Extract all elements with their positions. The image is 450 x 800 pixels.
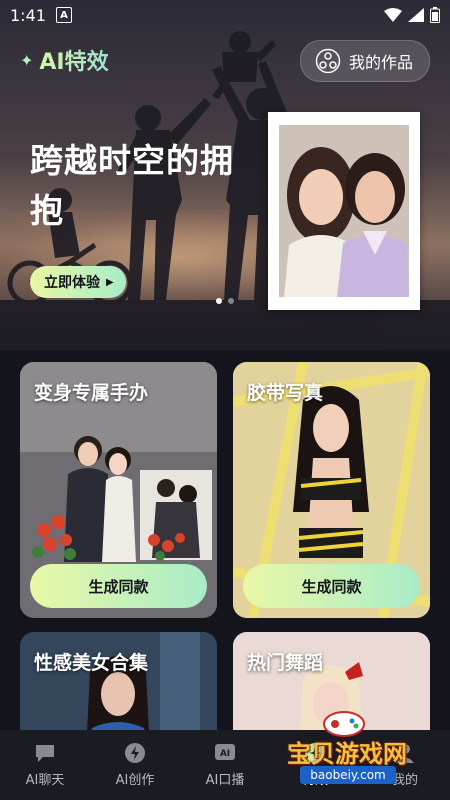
card-title: 性感美女合集 — [34, 652, 149, 674]
carousel-dot[interactable] — [228, 298, 234, 304]
two-women-portrait — [279, 125, 409, 297]
tab-label: AI口播 — [205, 773, 245, 788]
effect-card[interactable]: 变身专属手办 生成同款 — [20, 362, 217, 618]
generate-same-button[interactable]: 生成同款 — [243, 564, 420, 608]
try-now-button[interactable]: 立即体验 ▶ — [30, 266, 126, 298]
banner-photo-frame — [268, 112, 420, 310]
tab-ai-chat[interactable]: AI聊天 — [0, 742, 90, 788]
status-bar: 1:41 A — [0, 0, 450, 30]
tab-label: AI创作 — [115, 773, 155, 788]
card-title: 热门舞蹈 — [247, 652, 324, 674]
battery-icon — [430, 7, 440, 23]
ai-box-icon: AI — [215, 744, 235, 760]
chat-bubble-icon — [36, 745, 54, 762]
wifi-icon — [384, 8, 402, 22]
watermark-title: 宝贝游戏网 — [287, 740, 407, 768]
works-icon — [315, 48, 341, 74]
tab-ai-create[interactable]: AI创作 — [90, 742, 180, 788]
my-works-button[interactable]: 我的作品 — [299, 40, 430, 82]
status-time: 1:41 — [10, 5, 46, 25]
card-title: 胶带写真 — [247, 382, 324, 404]
sparkle-icon: ✦ — [20, 50, 34, 70]
try-now-label: 立即体验 — [44, 275, 100, 291]
my-works-label: 我的作品 — [348, 53, 413, 72]
carousel-dot[interactable] — [216, 298, 222, 304]
lightning-icon — [125, 743, 145, 763]
tab-ai-broadcast[interactable]: AI AI口播 — [180, 742, 270, 788]
brand-title: AI特效 — [39, 44, 108, 76]
banner-photo — [279, 125, 409, 297]
watermark-url: baobeiy.com — [300, 766, 396, 784]
card-title: 变身专属手办 — [34, 382, 149, 404]
carousel-indicator — [216, 298, 234, 304]
tab-label: AI聊天 — [25, 773, 65, 788]
site-watermark: 宝贝游戏网 baobeiy.com — [272, 708, 422, 794]
play-arrow-icon: ▶ — [106, 276, 114, 288]
notification-icon: A — [55, 7, 72, 23]
effect-card[interactable]: 胶带写真 生成同款 — [233, 362, 430, 618]
generate-same-button[interactable]: 生成同款 — [30, 564, 207, 608]
svg-text:AI: AI — [220, 749, 230, 759]
brand: ✦ AI特效 — [20, 44, 109, 76]
signal-icon — [408, 8, 424, 22]
banner-title: 跨越时空的拥抱 — [30, 141, 234, 230]
